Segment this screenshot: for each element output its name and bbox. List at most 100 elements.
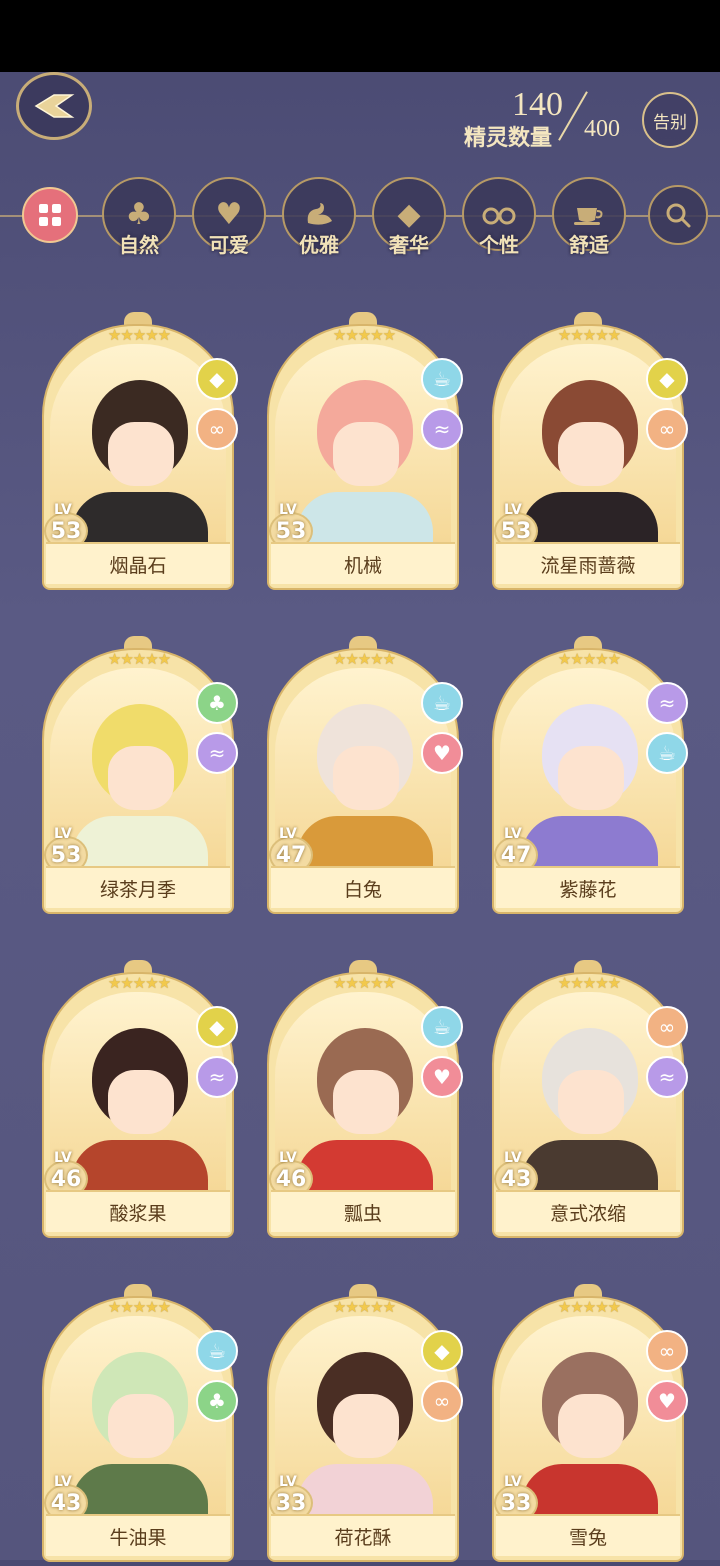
filter-elegant[interactable]: 优雅 <box>282 177 356 257</box>
portrait-face <box>558 1070 624 1134</box>
star-rating: ★★★★★ <box>332 650 396 668</box>
portrait-outfit <box>522 1464 658 1516</box>
filter-bar: ♣ 自然 ♥ 可爱 优雅 ◆ 奢华 个性 舒适 <box>0 175 720 265</box>
portrait-outfit <box>72 492 208 544</box>
filter-cute-label: 可爱 <box>209 233 249 257</box>
portrait-outfit <box>297 492 433 544</box>
spirit-name: 牛油果 <box>46 1514 230 1556</box>
level-label: LV <box>54 826 72 842</box>
spirit-name: 意式浓缩 <box>496 1190 680 1232</box>
personality-tag-icon: ∞ <box>646 1330 688 1372</box>
portrait-face <box>333 1070 399 1134</box>
filter-cute[interactable]: ♥ 可爱 <box>192 177 266 257</box>
star-rating: ★★★★★ <box>107 1298 171 1316</box>
luxury-tag-icon: ◆ <box>646 358 688 400</box>
level-label: LV <box>54 502 72 518</box>
level-label: LV <box>54 1474 72 1490</box>
star-rating: ★★★★★ <box>332 326 396 344</box>
personality-tag-icon: ∞ <box>421 1380 463 1422</box>
filter-all[interactable] <box>4 177 78 251</box>
portrait-face <box>333 746 399 810</box>
elegant-tag-icon: ≈ <box>646 1056 688 1098</box>
level-label: LV <box>279 1474 297 1490</box>
spirit-name: 雪兔 <box>496 1514 680 1556</box>
status-bar <box>0 0 720 72</box>
personality-tag-icon: ∞ <box>646 408 688 450</box>
personality-tag-icon: ∞ <box>196 408 238 450</box>
spirit-card[interactable]: ★★★★★ ◆ ∞ 53 LV 烟晶石 <box>42 306 238 594</box>
portrait-outfit <box>522 1140 658 1192</box>
back-button[interactable] <box>16 72 92 140</box>
spirit-card[interactable]: ★★★★★ ◆ ∞ 53 LV 流星雨蔷薇 <box>492 306 688 594</box>
filter-elegant-label: 优雅 <box>299 233 339 257</box>
portrait-face <box>333 1394 399 1458</box>
level-label: LV <box>504 1150 522 1166</box>
level-label: LV <box>504 826 522 842</box>
spirit-card[interactable]: ★★★★★ ≈ ☕ 47 LV 紫藤花 <box>492 630 688 918</box>
level-label: LV <box>279 826 297 842</box>
spirit-card[interactable]: ★★★★★ ☕ ♥ 46 LV 瓢虫 <box>267 954 463 1242</box>
spirit-count-max: 400 <box>584 116 620 142</box>
personality-tag-icon: ∞ <box>646 1006 688 1048</box>
elegant-tag-icon: ≈ <box>421 408 463 450</box>
level-label: LV <box>54 1150 72 1166</box>
luxury-tag-icon: ◆ <box>196 358 238 400</box>
level-label: LV <box>279 502 297 518</box>
spirit-name: 绿茶月季 <box>46 866 230 908</box>
nature-tag-icon: ♣ <box>196 682 238 724</box>
spirit-card[interactable]: ★★★★★ ∞ ♥ 33 LV 雪兔 <box>492 1278 688 1566</box>
filter-nature[interactable]: ♣ 自然 <box>102 177 176 257</box>
grid-icon <box>22 187 78 243</box>
filter-comfort[interactable]: 舒适 <box>552 177 626 257</box>
spirit-name: 酸浆果 <box>46 1190 230 1232</box>
comfort-tag-icon: ☕ <box>421 358 463 400</box>
spirit-count-label: 精灵数量 <box>464 126 553 151</box>
spirit-card[interactable]: ★★★★★ ∞ ≈43 LV 意式浓缩 <box>492 954 688 1242</box>
farewell-button[interactable]: 告别 <box>642 92 698 148</box>
level-label: LV <box>504 1474 522 1490</box>
star-rating: ★★★★★ <box>557 1298 621 1316</box>
nature-tag-icon: ♣ <box>196 1380 238 1422</box>
search-button[interactable] <box>642 177 716 251</box>
search-icon <box>648 185 708 245</box>
portrait-outfit <box>297 1140 433 1192</box>
star-rating: ★★★★★ <box>107 650 171 668</box>
spirit-count-current: 140 <box>512 86 563 123</box>
cute-tag-icon: ♥ <box>421 1056 463 1098</box>
spirit-name: 紫藤花 <box>496 866 680 908</box>
elegant-tag-icon: ≈ <box>196 1056 238 1098</box>
comfort-tag-icon: ☕ <box>421 682 463 724</box>
level-label: LV <box>279 1150 297 1166</box>
comfort-tag-icon: ☕ <box>421 1006 463 1048</box>
filter-comfort-label: 舒适 <box>569 233 609 257</box>
star-rating: ★★★★★ <box>332 974 396 992</box>
filter-personality-label: 个性 <box>479 233 519 257</box>
spirit-card[interactable]: ★★★★★ ◆ ≈46 LV 酸浆果 <box>42 954 238 1242</box>
portrait-face <box>333 422 399 486</box>
spirit-card[interactable]: ★★★★★ ♣ ≈53 LV 绿茶月季 <box>42 630 238 918</box>
star-rating: ★★★★★ <box>557 650 621 668</box>
spirit-name: 荷花酥 <box>271 1514 455 1556</box>
filter-luxury[interactable]: ◆ 奢华 <box>372 177 446 257</box>
cute-tag-icon: ♥ <box>646 1380 688 1422</box>
portrait-face <box>108 746 174 810</box>
cute-tag-icon: ♥ <box>421 732 463 774</box>
spirit-card[interactable]: ★★★★★ ☕ ≈53 LV 机械 <box>267 306 463 594</box>
spirit-name: 瓢虫 <box>271 1190 455 1232</box>
filter-personality[interactable]: 个性 <box>462 177 536 257</box>
luxury-tag-icon: ◆ <box>196 1006 238 1048</box>
portrait-face <box>108 1394 174 1458</box>
elegant-tag-icon: ≈ <box>196 732 238 774</box>
spirit-count: 140 精灵数量 400 <box>460 86 640 156</box>
level-label: LV <box>504 502 522 518</box>
spirit-card[interactable]: ★★★★★ ☕ ♥ 47 LV 白兔 <box>267 630 463 918</box>
star-rating: ★★★★★ <box>332 1298 396 1316</box>
comfort-tag-icon: ☕ <box>646 732 688 774</box>
spirit-card[interactable]: ★★★★★ ☕ ♣ 43 LV 牛油果 <box>42 1278 238 1566</box>
comfort-tag-icon: ☕ <box>196 1330 238 1372</box>
spirit-card[interactable]: ★★★★★ ◆ ∞ 33 LV 荷花酥 <box>267 1278 463 1566</box>
star-rating: ★★★★★ <box>107 974 171 992</box>
spirit-name: 机械 <box>271 542 455 584</box>
spirit-name: 流星雨蔷薇 <box>496 542 680 584</box>
portrait-face <box>558 422 624 486</box>
